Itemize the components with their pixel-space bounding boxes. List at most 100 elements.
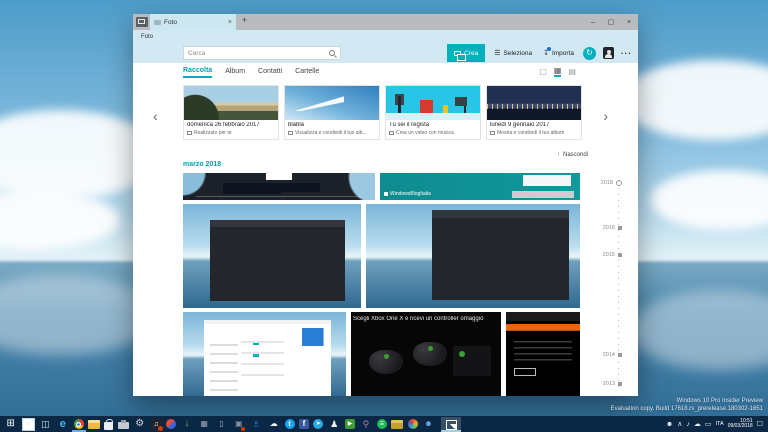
- select-label: Seleziona: [503, 49, 533, 57]
- timeline-year[interactable]: 2015: [603, 252, 622, 258]
- select-button[interactable]: ☰ Seleziona: [492, 49, 534, 58]
- downloads-icon[interactable]: ↓: [180, 418, 193, 431]
- album-subtitle: Visualizza e condividi il tuo alb...: [295, 130, 367, 136]
- task-view-icon[interactable]: ◫: [39, 418, 52, 431]
- thumb-browser-window: [209, 219, 346, 301]
- pinned-app-icon[interactable]: ♗: [250, 418, 263, 431]
- hidden-icons-chevron[interactable]: ∧: [677, 420, 682, 428]
- gallery-content: ‹ › domenica 26 febbraio 2017 Realizzato…: [133, 80, 638, 396]
- album-card[interactable]: blabla Visualizza e condividi il tuo alb…: [284, 85, 380, 140]
- thumb-button: [514, 368, 536, 376]
- maximize-button[interactable]: ▢: [602, 18, 620, 26]
- people-app-icon[interactable]: ☻: [422, 418, 435, 431]
- action-center-icon[interactable]: ☐: [757, 420, 763, 428]
- create-button[interactable]: Crea: [447, 44, 486, 62]
- cloud-reflection: [630, 290, 768, 370]
- search-input[interactable]: [184, 49, 329, 57]
- thumb-tiles: [439, 228, 562, 294]
- people-tray-icon[interactable]: ☻: [666, 421, 673, 428]
- search-icon[interactable]: [329, 50, 335, 56]
- album-title: blabla: [288, 122, 305, 128]
- documents-folder-icon[interactable]: [391, 419, 404, 429]
- facebook-icon[interactable]: f: [298, 419, 309, 429]
- browser-orb-icon[interactable]: [407, 419, 418, 429]
- store-icon[interactable]: [104, 418, 114, 430]
- music-app-icon[interactable]: ♫: [150, 418, 163, 431]
- month-header[interactable]: marzo 2018: [183, 161, 221, 168]
- album-type-icon: [490, 131, 495, 135]
- search-app-icon[interactable]: ⚲: [359, 418, 372, 431]
- carousel-prev-icon[interactable]: ‹: [153, 108, 158, 124]
- album-card[interactable]: domenica 26 febbraio 2017 Realizzato per…: [183, 85, 279, 140]
- network-icon[interactable]: ▭: [705, 420, 712, 428]
- view-details-icon[interactable]: ▤: [568, 67, 576, 76]
- cortana-search-icon[interactable]: ○: [21, 417, 35, 431]
- twitter-icon[interactable]: t: [284, 419, 295, 429]
- album-cover: [386, 86, 480, 120]
- paint-app-icon[interactable]: [165, 419, 176, 429]
- photo-thumbnail[interactable]: [183, 173, 375, 200]
- start-button-icon[interactable]: ⊞: [4, 418, 17, 431]
- video-app-icon[interactable]: ▶: [345, 419, 356, 429]
- sets-icon[interactable]: [136, 17, 148, 27]
- photo-grid: WindowsBlogItalia Scegli Xbox One X e ri…: [183, 173, 580, 396]
- album-cover: [184, 86, 278, 120]
- volume-icon[interactable]: ♪: [686, 421, 690, 428]
- sync-glyph: ↻: [586, 48, 593, 57]
- clock[interactable]: 10:51 09/03/2018: [728, 418, 753, 430]
- photo-thumbnail[interactable]: WindowsBlogItalia: [380, 173, 580, 200]
- import-label: Importa: [551, 49, 574, 57]
- printer-icon[interactable]: [117, 419, 129, 429]
- hide-carousel-button[interactable]: ↑ Nascondi: [557, 152, 588, 158]
- view-grid-icon[interactable]: ▦: [553, 66, 562, 77]
- photos-app-taskbar-icon[interactable]: [441, 416, 462, 432]
- photo-thumbnail[interactable]: Scegli Xbox One X e ricevi un controller…: [351, 312, 501, 396]
- timeline-year[interactable]: 2013: [603, 381, 622, 387]
- see-more-button[interactable]: ···: [621, 49, 632, 58]
- tab-raccolta[interactable]: Raccolta: [183, 65, 213, 78]
- chrome-icon[interactable]: [71, 419, 86, 432]
- onedrive-tray-icon[interactable]: ☁: [694, 420, 701, 428]
- photos-app-window: Foto × + – ▢ × Foto Crea ☰: [133, 14, 638, 396]
- sync-status-icon[interactable]: ↻: [583, 46, 596, 60]
- timeline-year[interactable]: 2016: [603, 225, 622, 231]
- edge-icon[interactable]: e: [56, 418, 69, 431]
- tab-close-icon[interactable]: ×: [228, 19, 232, 26]
- photo-thumbnail[interactable]: [183, 312, 346, 396]
- timeline-year[interactable]: 2014: [603, 352, 622, 358]
- tab-foto[interactable]: Foto ×: [150, 14, 236, 30]
- album-card[interactable]: Tu sei il regista Crea un video con musi…: [385, 85, 481, 140]
- timeline-year[interactable]: 2018: [601, 180, 622, 186]
- language-indicator[interactable]: ITA: [716, 421, 724, 427]
- cloud-app-icon[interactable]: ☁: [267, 418, 280, 431]
- import-button[interactable]: ↧ Importa: [541, 47, 576, 57]
- sets-tab-bar: Foto × + – ▢ ×: [133, 14, 638, 30]
- file-explorer-icon[interactable]: [88, 419, 101, 429]
- photo-thumbnail[interactable]: [506, 312, 580, 396]
- account-icon[interactable]: [603, 47, 614, 59]
- telegram-icon[interactable]: ➤: [313, 419, 324, 429]
- photo-thumbnail[interactable]: [183, 204, 361, 308]
- settings-gear-icon[interactable]: ⚙: [133, 418, 146, 431]
- phone-app-icon[interactable]: ▯: [215, 418, 228, 431]
- album-subtitle: Crea un video con musica: [396, 130, 454, 136]
- timeline-scrollbar[interactable]: 2018 2016 2015 2014 2013: [588, 176, 622, 394]
- album-card[interactable]: lunedì 9 gennaio 2017 Mostra e condividi…: [486, 85, 582, 140]
- blog-logo-icon: [384, 192, 388, 196]
- blog-watermark: WindowsBlogItalia: [384, 191, 431, 197]
- pinned-app-icon[interactable]: ▦: [198, 418, 211, 431]
- taskbar: ⊞ ○ ◫ e ⚙ ♫ ↓ ▦ ▯ ▣ ♗ ☁ t f ➤ ♟ ▶ ⚲ ☰ ☻ …: [0, 416, 768, 432]
- photo-thumbnail[interactable]: [366, 204, 580, 308]
- minimize-button[interactable]: –: [584, 19, 602, 26]
- close-button[interactable]: ×: [620, 19, 638, 26]
- pinned-app-icon[interactable]: ♟: [328, 418, 341, 431]
- search-box[interactable]: [183, 46, 341, 60]
- mail-app-icon[interactable]: ▣: [232, 418, 246, 431]
- spotify-icon[interactable]: ☰: [376, 419, 387, 429]
- tab-contatti[interactable]: Contatti: [258, 66, 282, 77]
- view-large-icon[interactable]: ▢: [539, 67, 547, 76]
- tab-album[interactable]: Album: [225, 66, 245, 77]
- tab-cartelle[interactable]: Cartelle: [295, 66, 319, 77]
- new-tab-button[interactable]: +: [236, 14, 253, 30]
- carousel-next-icon[interactable]: ›: [603, 108, 608, 124]
